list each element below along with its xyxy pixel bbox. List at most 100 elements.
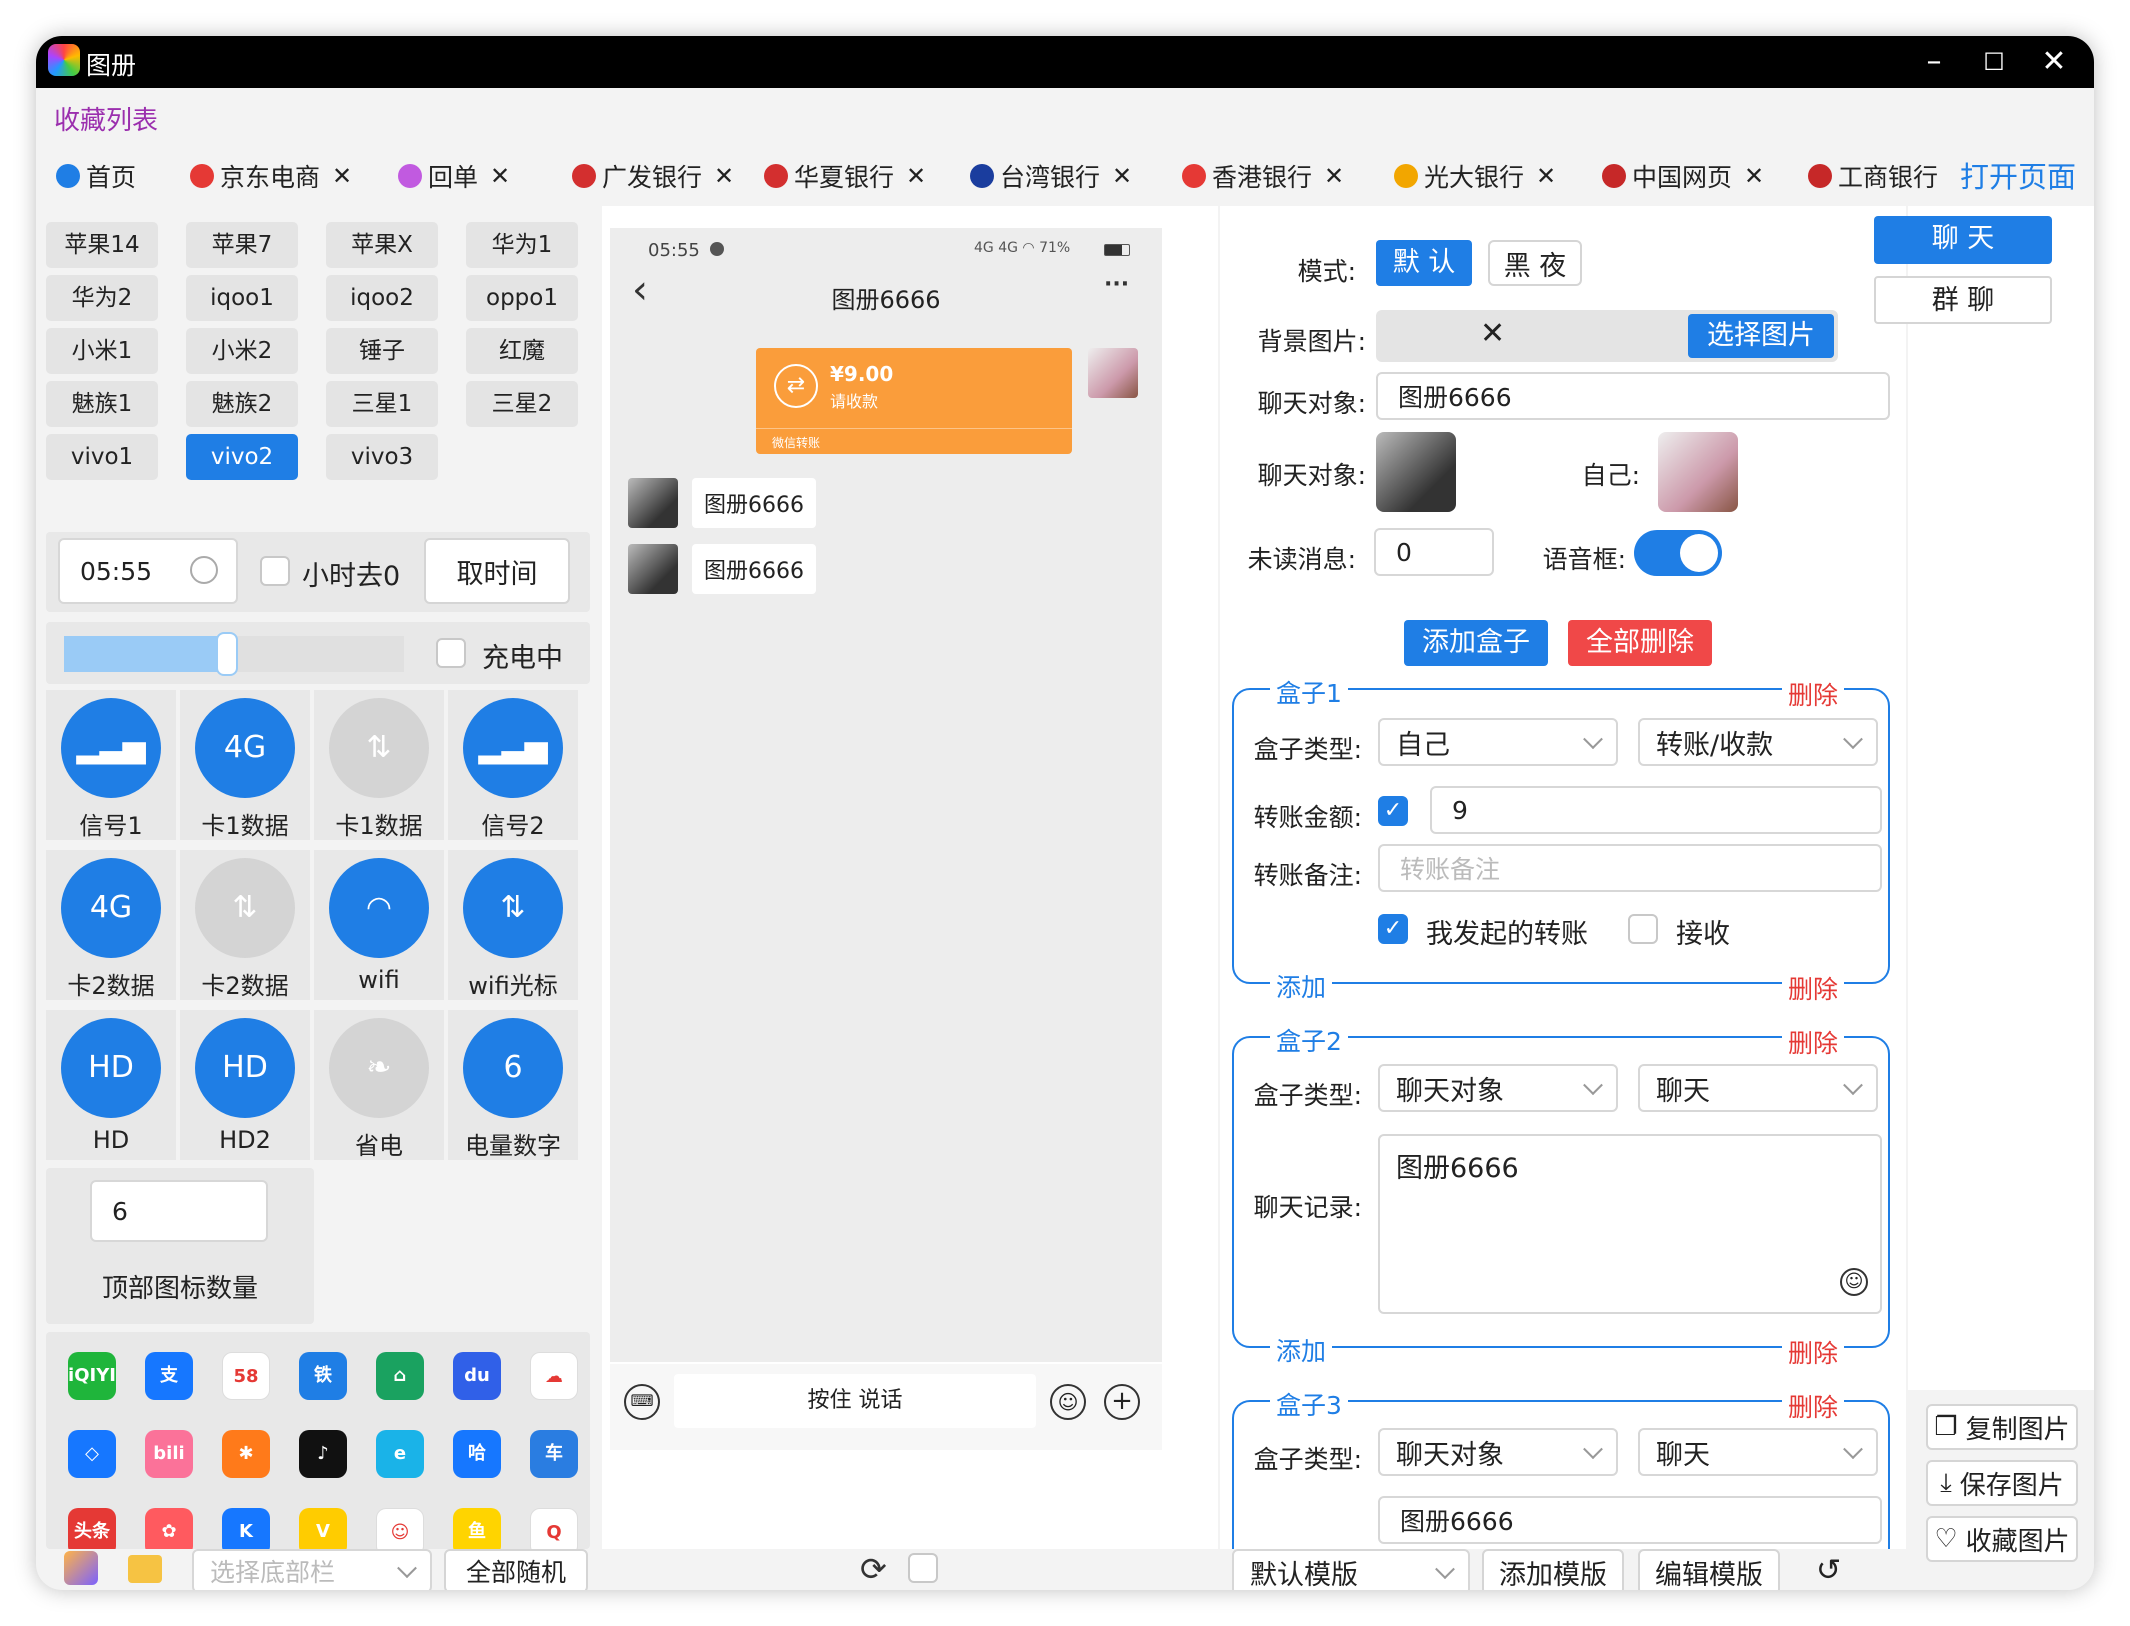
device-iqoo1[interactable]: iqoo1 [186,275,298,321]
top-icon-count-input[interactable]: 6 [90,1180,268,1242]
reset-icon[interactable]: ↺ [1816,1553,1841,1589]
device-小米1[interactable]: 小米1 [46,328,158,374]
bottom-bar-select[interactable]: 选择底部栏 [192,1549,432,1590]
refresh-icon[interactable]: ⟳ [860,1551,887,1587]
device-vivo2[interactable]: vivo2 [186,434,298,480]
device-红魔[interactable]: 红魔 [466,328,578,374]
box-1-mine-checkbox[interactable]: ✓ [1378,914,1408,944]
box-1-note-input[interactable]: 转账备注 [1378,844,1882,892]
fish-icon[interactable]: 鱼 [453,1508,501,1549]
mode-default-button[interactable]: 默 认 [1376,240,1472,286]
tab-8[interactable]: 光大银行 ✕ [1394,158,1556,194]
box-1-delete-top[interactable]: 删除 [1782,676,1845,712]
add-template-button[interactable]: 添加模版 [1482,1549,1624,1590]
baidu-icon[interactable]: du [453,1352,501,1400]
status-toggle[interactable]: ⇅ wifi光标 [448,850,578,1000]
battery-slider-track[interactable] [64,632,404,676]
tab-1[interactable]: 首页 [56,158,136,194]
penguin-icon[interactable]: ☺ [376,1508,424,1549]
device-三星2[interactable]: 三星2 [466,381,578,427]
keyboard-icon[interactable]: ⌨ [624,1384,660,1420]
hello-icon[interactable]: 哈 [453,1430,501,1478]
car-icon[interactable]: 车 [530,1430,578,1478]
device-三星1[interactable]: 三星1 [326,381,438,427]
emoji-icon[interactable]: ☺ [1050,1384,1086,1420]
box-2-delete-top[interactable]: 删除 [1782,1024,1845,1060]
baidu-cloud-icon[interactable]: ☁ [530,1352,578,1400]
status-toggle[interactable]: 4G 卡2数据 [46,850,176,1000]
e-icon[interactable]: e [376,1430,424,1478]
edit-template-button[interactable]: 编辑模版 [1638,1549,1780,1590]
status-toggle[interactable]: ⇅ 卡1数据 [314,690,444,840]
target-avatar-picker[interactable] [1376,432,1456,512]
tab-4[interactable]: 广发银行 ✕ [572,158,734,194]
box-3-record-textarea[interactable]: 图册6666 [1378,1496,1882,1544]
box-3-type-select[interactable]: 聊天对象 [1378,1428,1618,1476]
tiktok-icon[interactable]: ♪ [299,1430,347,1478]
preview-checkbox[interactable] [908,1553,938,1583]
tab-close-icon[interactable]: ✕ [1324,162,1344,190]
device-苹果14[interactable]: 苹果14 [46,222,158,268]
plus-icon[interactable]: + [1104,1384,1140,1420]
railway-icon[interactable]: 铁 [299,1352,347,1400]
tab-close-icon[interactable]: ✕ [1744,162,1764,190]
get-time-button[interactable]: 取时间 [424,538,570,604]
emoji-icon[interactable]: ☺ [1840,1268,1868,1296]
favorite-image-button[interactable]: ♡ 收藏图片 [1926,1516,2078,1562]
status-toggle[interactable]: ❧ 省电 [314,1010,444,1160]
box-2-type-select[interactable]: 聊天对象 [1378,1064,1618,1112]
tab-close-icon[interactable]: ✕ [490,162,510,190]
pink-icon[interactable]: ✿ [145,1508,193,1549]
box-1-add[interactable]: 添加 [1270,968,1333,1004]
box-1-receive-checkbox[interactable] [1628,914,1658,944]
device-oppo1[interactable]: oppo1 [466,275,578,321]
status-toggle[interactable]: HD HD2 [180,1010,310,1160]
status-toggle[interactable]: 4G 卡1数据 [180,690,310,840]
app-blue-icon[interactable]: ◇ [68,1430,116,1478]
tab-close-icon[interactable]: ✕ [332,162,352,190]
device-华为2[interactable]: 华为2 [46,275,158,321]
chat-target-input[interactable]: 图册6666 [1376,372,1890,420]
box-2-kind-select[interactable]: 聊天 [1638,1064,1878,1112]
tab-2[interactable]: 京东电商 ✕ [190,158,352,194]
tab-10[interactable]: 工商银行 [1808,158,1938,194]
tab-9[interactable]: 中国网页 ✕ [1602,158,1764,194]
close-icon[interactable]: ✕ [2032,42,2076,82]
yellow-icon[interactable]: V [299,1508,347,1549]
box-3-kind-select[interactable]: 聊天 [1638,1428,1878,1476]
status-toggle[interactable]: ◠ wifi [314,850,444,1000]
chat-mode-button[interactable]: 聊 天 [1874,216,2052,264]
box-1-amount-checkbox[interactable]: ✓ [1378,796,1408,826]
device-苹果X[interactable]: 苹果X [326,222,438,268]
box-2-add[interactable]: 添加 [1270,1332,1333,1368]
transfer-bubble[interactable]: ⇄ ¥9.00 请收款 微信转账 [756,348,1072,454]
add-box-button[interactable]: 添加盒子 [1404,620,1548,666]
tab-7[interactable]: 香港银行 ✕ [1182,158,1344,194]
tab-6[interactable]: 台湾银行 ✕ [970,158,1132,194]
device-魅族1[interactable]: 魅族1 [46,381,158,427]
box-1-type-select[interactable]: 自己 [1378,718,1618,766]
status-toggle[interactable]: HD HD [46,1010,176,1160]
mode-night-button[interactable]: 黑 夜 [1488,240,1582,286]
minimize-icon[interactable]: – [1912,42,1956,82]
random-all-button[interactable]: 全部随机 [444,1549,588,1590]
voice-toggle[interactable] [1634,530,1722,576]
device-魅族2[interactable]: 魅族2 [186,381,298,427]
tab-5[interactable]: 华夏银行 ✕ [764,158,926,194]
device-iqoo2[interactable]: iqoo2 [326,275,438,321]
image-icon[interactable] [64,1551,98,1585]
qq-icon[interactable]: Q [530,1508,578,1549]
open-page-button[interactable]: 打开页面 [1960,154,2076,196]
bilibili-icon[interactable]: bili [145,1430,193,1478]
hour-strip-checkbox[interactable] [260,556,290,586]
alipay-icon[interactable]: 支 [145,1352,193,1400]
hold-to-talk-button[interactable]: 按住 说话 [674,1374,1036,1428]
bg-choose-button[interactable]: 选择图片 [1688,314,1834,358]
device-华为1[interactable]: 华为1 [466,222,578,268]
device-锤子[interactable]: 锤子 [326,328,438,374]
tab-close-icon[interactable]: ✕ [714,162,734,190]
copy-image-button[interactable]: ❐ 复制图片 [1926,1404,2078,1450]
battery-slider-handle[interactable] [216,632,239,676]
charging-checkbox[interactable] [436,638,466,668]
status-toggle[interactable]: 6 电量数字 [448,1010,578,1160]
